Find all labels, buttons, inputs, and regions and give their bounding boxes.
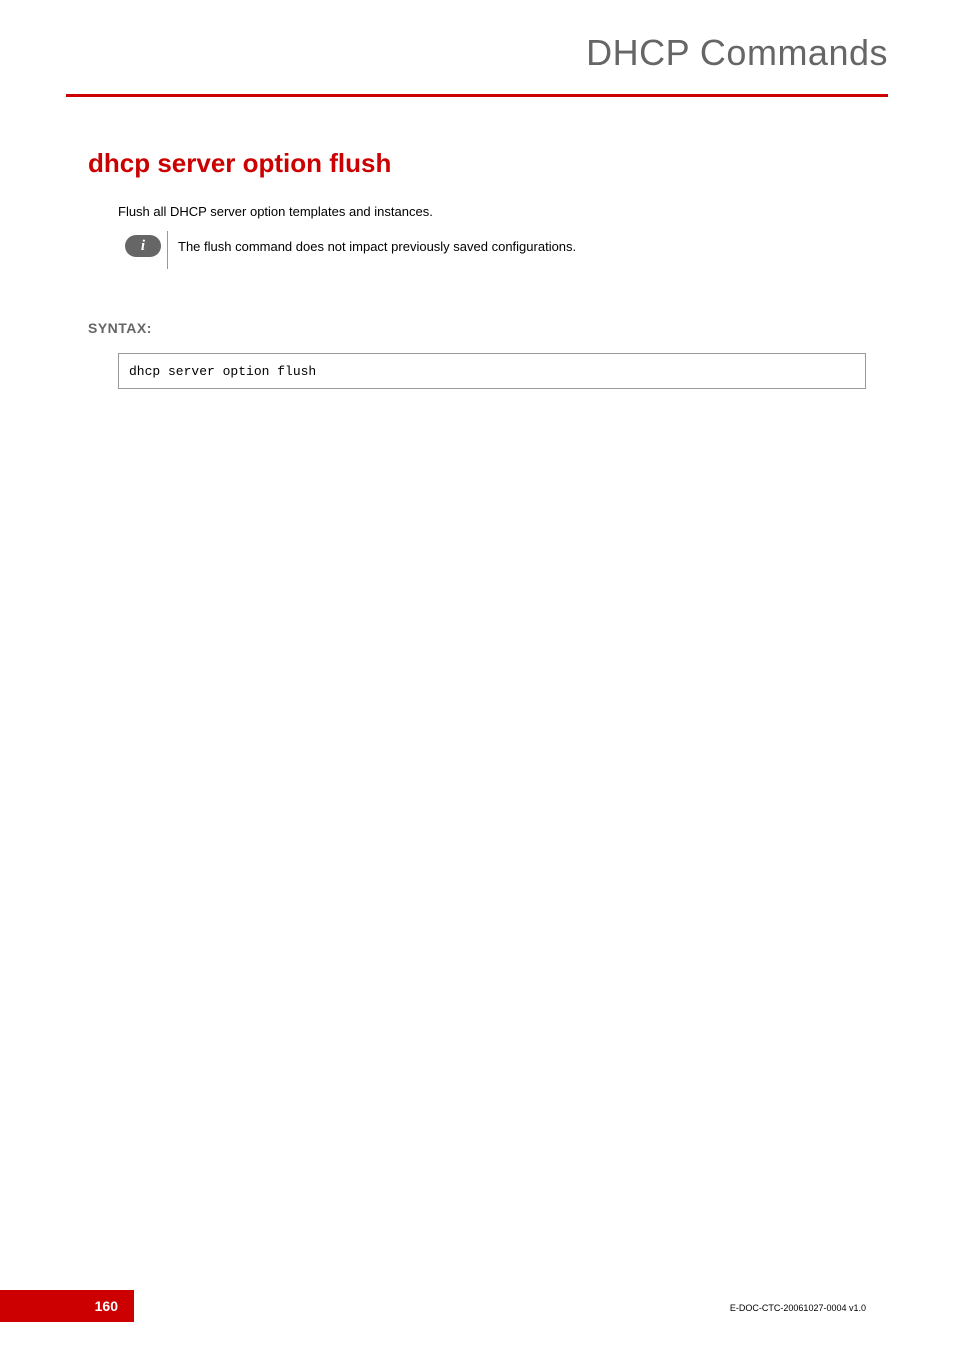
command-description: Flush all DHCP server option templates a… xyxy=(118,204,433,219)
footer-page-box: 160 xyxy=(0,1290,134,1322)
header-title: DHCP Commands xyxy=(586,32,888,73)
syntax-label: SYNTAX: xyxy=(88,320,152,336)
page-number: 160 xyxy=(95,1298,118,1314)
footer-doc-id: E-DOC-CTC-20061027-0004 v1.0 xyxy=(730,1303,866,1313)
page-header: DHCP Commands xyxy=(66,32,888,74)
syntax-code: dhcp server option flush xyxy=(129,364,316,379)
syntax-box: dhcp server option flush xyxy=(118,353,866,389)
info-icon: i xyxy=(125,235,161,257)
info-note-text: The flush command does not impact previo… xyxy=(178,235,576,254)
info-divider xyxy=(167,231,168,269)
info-note-row: i The flush command does not impact prev… xyxy=(125,235,576,269)
command-title: dhcp server option flush xyxy=(88,148,391,179)
header-rule xyxy=(66,94,888,97)
